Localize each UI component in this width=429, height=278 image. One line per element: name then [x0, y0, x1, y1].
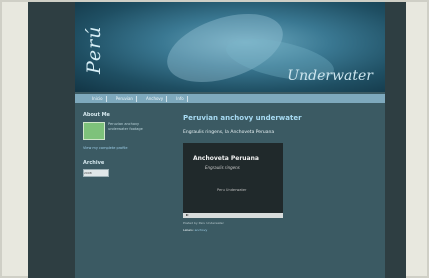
header-banner: Perú Underwater: [75, 2, 385, 96]
nav-item-info[interactable]: Info: [173, 95, 188, 102]
sidebar: About Me Peruvian anchovy underwater foo…: [83, 112, 145, 222]
avatar[interactable]: [83, 122, 105, 140]
nav-item-peruvian[interactable]: Peruvian: [113, 95, 137, 102]
video-subtitle: Engraulis ringens: [205, 165, 240, 170]
video-title: Anchoveta Peruana: [193, 155, 259, 162]
blog-title-vertical[interactable]: Perú: [83, 10, 113, 90]
about-me-heading: About Me: [83, 112, 110, 118]
blog-title-right[interactable]: Underwater: [287, 68, 373, 84]
video-controls[interactable]: [183, 213, 283, 218]
nav-item-home[interactable]: Inicio: [89, 95, 107, 102]
nav-item-anchovy[interactable]: Anchovy: [143, 95, 168, 102]
post-title[interactable]: Peruvian anchovy underwater: [183, 114, 383, 122]
archive-dropdown[interactable]: 2008: [83, 169, 109, 177]
archive-heading: Archive: [83, 160, 105, 166]
main-post: Peruvian anchovy underwater Engraulis ri…: [183, 114, 383, 264]
post-footer: Labels: anchovy: [183, 228, 383, 232]
video-credit: Peru Underwater: [217, 188, 247, 192]
play-icon[interactable]: [186, 214, 189, 216]
blog-page: Perú Underwater Inicio Peruvian Anchovy …: [75, 2, 385, 278]
labels-prefix: Labels:: [183, 228, 194, 232]
profile-link[interactable]: View my complete profile: [83, 146, 145, 150]
label-link[interactable]: anchovy: [195, 228, 208, 232]
video-player[interactable]: Anchoveta Peruana Engraulis ringens Peru…: [183, 143, 283, 218]
nav-bar: Inicio Peruvian Anchovy Info: [75, 94, 385, 103]
post-meta: Posted by Peru Underwater: [183, 221, 224, 225]
post-subtitle: Engraulis ringens, la Anchoveta Peruana: [183, 130, 275, 135]
